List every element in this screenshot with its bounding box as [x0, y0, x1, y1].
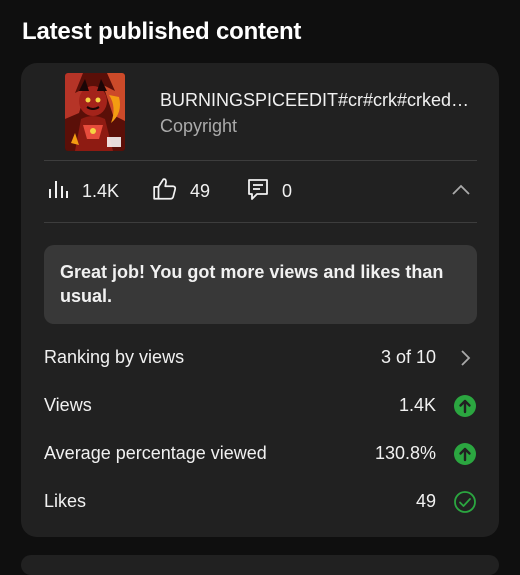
video-copyright-label: Copyright	[160, 116, 238, 136]
arrow-up-icon	[453, 442, 477, 466]
metric-value: 3 of 10	[380, 347, 436, 367]
metric-row-likes: Likes 49	[44, 487, 477, 517]
views-stat: 1.4K	[46, 179, 119, 203]
comments-count: 0	[282, 180, 293, 201]
arrow-up-icon	[453, 394, 477, 418]
metric-label: Likes	[44, 491, 87, 511]
thumbs-up-icon	[152, 176, 178, 207]
metric-row-ranking[interactable]: Ranking by views 3 of 10	[44, 343, 477, 373]
latest-content-card: BURNINGSPICEEDIT#cr#crk#crked… Copyright…	[21, 63, 499, 537]
metric-row-views: Views 1.4K	[44, 391, 477, 421]
chevron-right-icon[interactable]	[453, 346, 477, 370]
divider	[44, 222, 477, 223]
chevron-up-icon	[451, 183, 471, 201]
metric-value: 1.4K	[398, 395, 436, 415]
likes-stat: 49	[152, 177, 211, 203]
metric-label: Average percentage viewed	[44, 443, 267, 463]
stats-row: 1.4K 49 0	[21, 160, 499, 222]
video-thumbnail[interactable]	[65, 73, 125, 151]
check-circle-icon	[453, 490, 477, 514]
metric-value: 130.8%	[374, 443, 436, 463]
next-card	[21, 555, 499, 575]
video-title[interactable]: BURNINGSPICEEDIT#cr#crk#crked…	[160, 90, 480, 111]
section-title: Latest published content	[22, 18, 302, 45]
video-row[interactable]: BURNINGSPICEEDIT#cr#crk#crked… Copyright	[21, 63, 499, 160]
metric-label: Ranking by views	[44, 347, 185, 367]
metric-row-avg-percentage: Average percentage viewed 130.8%	[44, 439, 477, 469]
views-icon	[46, 177, 70, 206]
comments-stat: 0	[246, 177, 293, 206]
comment-icon	[246, 177, 270, 206]
metric-value: 49	[415, 491, 436, 511]
collapse-button[interactable]	[447, 178, 475, 206]
likes-count: 49	[190, 180, 211, 201]
performance-banner: Great job! You got more views and likes …	[44, 245, 477, 324]
views-count: 1.4K	[82, 180, 120, 201]
metric-label: Views	[44, 395, 92, 415]
